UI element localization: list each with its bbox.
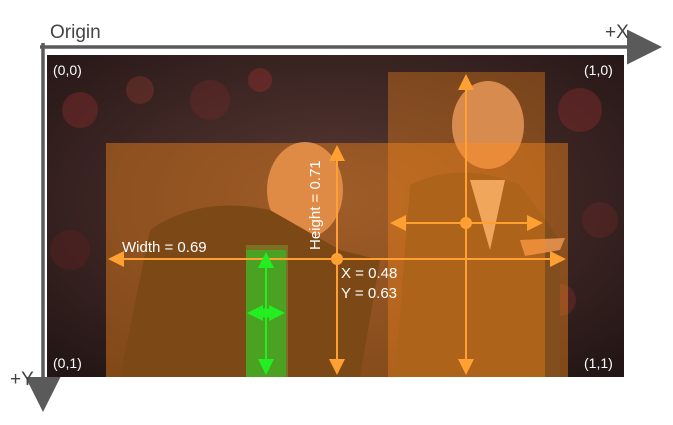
right-box-center-point	[460, 217, 472, 229]
corner-top-right: (1,0)	[584, 62, 613, 78]
x-axis-label: +X	[605, 22, 629, 43]
height-label: Height = 0.71	[307, 160, 324, 250]
corner-bottom-left: (0,1)	[53, 355, 82, 371]
y-value-label: Y = 0.63	[341, 285, 397, 302]
x-value-label: X = 0.48	[341, 265, 397, 282]
green-center-point	[261, 308, 271, 318]
width-label: Width = 0.69	[122, 239, 207, 256]
corner-bottom-right: (1,1)	[584, 355, 613, 371]
origin-label: Origin	[50, 22, 101, 43]
corner-top-left: (0,0)	[53, 62, 82, 78]
center-point	[331, 253, 343, 265]
y-axis-label: +Y	[10, 369, 34, 390]
bounding-box-diagram: Origin +X +Y (0,0) (1,0) (0,1) (1,1) Wid…	[10, 22, 662, 412]
